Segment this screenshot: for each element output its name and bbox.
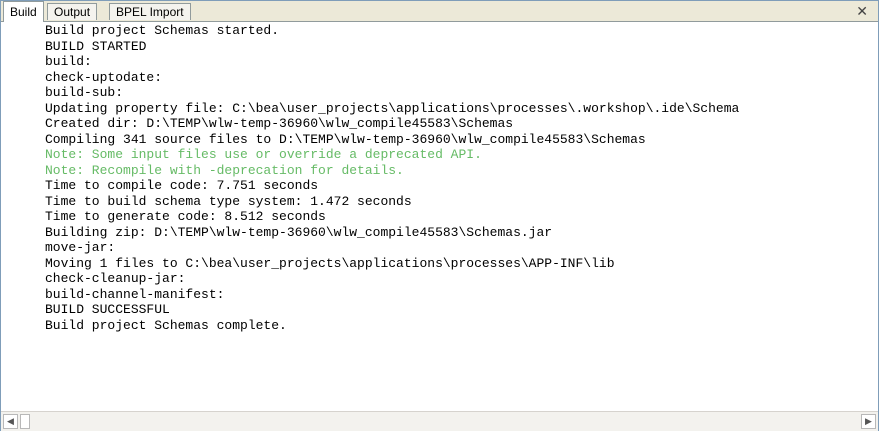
log-line: Updating property file: C:\bea\user_proj…: [45, 100, 740, 116]
horizontal-scrollbar[interactable]: ◀ ▶: [1, 411, 878, 431]
tab-output[interactable]: Output: [47, 3, 98, 20]
build-log: Build project Schemas started. BUILD STAR…: [3, 23, 876, 410]
tab-bar: Build Output BPEL Import ✕: [1, 1, 878, 22]
log-line: Time to compile code: 7.751 seconds: [45, 178, 319, 193]
tab-build[interactable]: Build: [3, 1, 44, 22]
log-line: BUILD SUCCESSFUL: [45, 302, 170, 317]
scroll-right-icon[interactable]: ▶: [861, 414, 876, 429]
scroll-left-icon[interactable]: ◀: [3, 414, 18, 429]
log-line: move-jar:: [45, 240, 116, 255]
build-output-panel: Build Output BPEL Import ✕ Build project…: [0, 0, 879, 431]
log-line: check-cleanup-jar:: [45, 271, 186, 286]
log-note-line: Note: Some input files use or override a…: [45, 147, 482, 162]
close-icon[interactable]: ✕: [856, 3, 868, 19]
scrollbar-thumb[interactable]: [20, 414, 30, 429]
log-line: Moving 1 files to C:\bea\user_projects\a…: [45, 255, 615, 271]
log-line: Created dir: D:\TEMP\wlw-temp-36960\wlw_…: [45, 116, 514, 131]
log-line: Time to build schema type system: 1.472 …: [45, 193, 412, 209]
log-line: Time to generate code: 8.512 seconds: [45, 209, 326, 224]
log-line: build-channel-manifest:: [45, 286, 225, 302]
log-line: build-sub:: [45, 85, 124, 100]
log-line: Build project Schemas started.: [45, 23, 280, 38]
log-line: BUILD STARTED: [45, 38, 147, 54]
log-line: build:: [45, 54, 92, 69]
log-line: check-uptodate:: [45, 69, 163, 85]
log-line: Compiling 341 source files to D:\TEMP\wl…: [45, 131, 646, 147]
tab-bpel-import[interactable]: BPEL Import: [109, 3, 191, 20]
log-line: Build project Schemas complete.: [45, 317, 287, 333]
log-note-line: Note: Recompile with -deprecation for de…: [45, 162, 404, 178]
log-line: Building zip: D:\TEMP\wlw-temp-36960\wlw…: [45, 224, 553, 240]
